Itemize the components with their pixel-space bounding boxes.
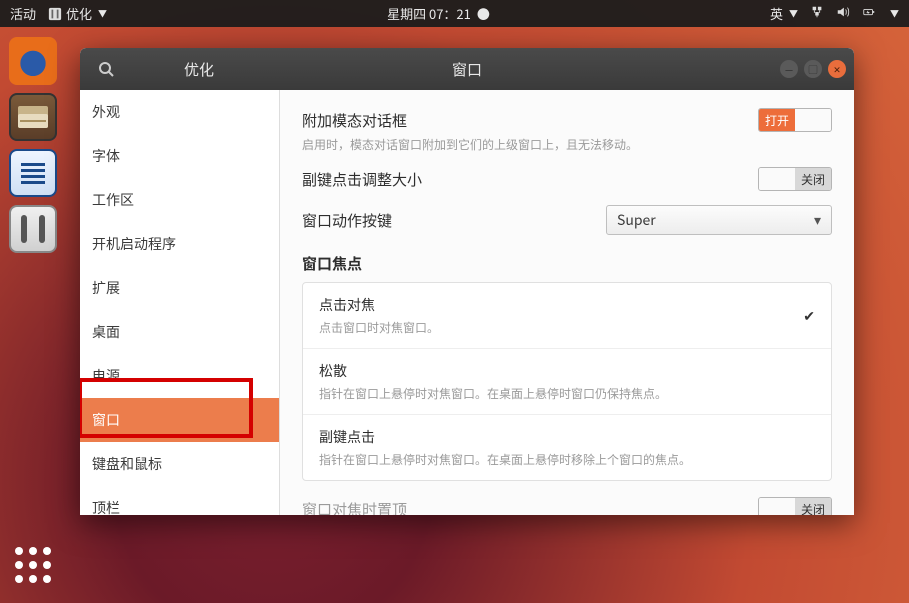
firefox-icon[interactable] (9, 37, 57, 85)
ime-indicator[interactable]: 英▼ (770, 4, 798, 23)
focus-options-list: 点击对焦 点击窗口时对焦窗口。 ✔ 松散 指针在窗口上悬停时对焦窗口。在桌面上悬… (302, 282, 832, 481)
chevron-down-icon: ▼ (789, 7, 798, 20)
sidebar-item-appearance[interactable]: 外观 (80, 90, 279, 134)
tweaks-app-icon[interactable] (9, 205, 57, 253)
minimize-button[interactable]: — (780, 60, 798, 78)
action-key-select[interactable]: Super (606, 205, 832, 235)
attach-modal-desc: 启用时，模态对话窗口附加到它们的上级窗口上，且无法移动。 (302, 136, 832, 153)
sidebar-item-workspaces[interactable]: 工作区 (80, 178, 279, 222)
sidebar-item-windows[interactable]: 窗口 (80, 398, 279, 442)
notification-dot-icon: ● (477, 4, 490, 23)
resize-secondary-switch[interactable]: 关闭 (758, 167, 832, 191)
clock[interactable]: 星期四 07：21 ● (107, 4, 770, 23)
focus-section-title: 窗口焦点 (302, 253, 832, 274)
battery-icon[interactable] (862, 4, 876, 23)
app-menu-label: 优化 (66, 4, 92, 23)
app-menu[interactable]: 优化 ▼ (48, 4, 107, 23)
close-button[interactable]: ✕ (828, 60, 846, 78)
tweaks-icon (48, 7, 62, 21)
sidebar-item-startup[interactable]: 开机启动程序 (80, 222, 279, 266)
show-apps-button[interactable] (13, 545, 53, 585)
resize-secondary-label: 副键点击调整大小 (302, 169, 422, 190)
focus-option-sloppy[interactable]: 松散 指针在窗口上悬停时对焦窗口。在桌面上悬停时窗口仍保持焦点。 (303, 349, 831, 415)
titlebar[interactable]: 优化 窗口 — ▢ ✕ (80, 48, 854, 90)
focus-option-click[interactable]: 点击对焦 点击窗口时对焦窗口。 ✔ (303, 283, 831, 349)
sidebar-item-topbar[interactable]: 顶栏 (80, 486, 279, 515)
sidebar-item-extensions[interactable]: 扩展 (80, 266, 279, 310)
writer-icon[interactable] (9, 149, 57, 197)
files-icon[interactable] (9, 93, 57, 141)
sidebar-item-power[interactable]: 电源 (80, 354, 279, 398)
raise-on-focus-label: 窗口对焦时置顶 (302, 499, 407, 516)
attach-modal-switch[interactable]: 打开 (758, 108, 832, 132)
network-icon[interactable] (810, 4, 824, 23)
search-button[interactable] (88, 48, 124, 90)
content-pane: 附加模态对话框 打开 启用时，模态对话窗口附加到它们的上级窗口上，且无法移动。 … (280, 90, 854, 515)
dock (0, 27, 65, 603)
check-icon: ✔ (803, 306, 815, 326)
activities-button[interactable]: 活动 (10, 4, 36, 23)
maximize-button[interactable]: ▢ (804, 60, 822, 78)
sidebar: 外观 字体 工作区 开机启动程序 扩展 桌面 电源 窗口 键盘和鼠标 顶栏 (80, 90, 280, 515)
action-key-label: 窗口动作按键 (302, 210, 392, 231)
raise-on-focus-switch[interactable]: 关闭 (758, 497, 832, 515)
sidebar-item-desktop[interactable]: 桌面 (80, 310, 279, 354)
system-menu-arrow[interactable]: ▼ (890, 7, 899, 20)
volume-icon[interactable] (836, 4, 850, 23)
chevron-down-icon: ▼ (98, 7, 107, 20)
sidebar-title: 优化 (124, 59, 274, 80)
attach-modal-label: 附加模态对话框 (302, 110, 407, 131)
sidebar-item-keyboard-mouse[interactable]: 键盘和鼠标 (80, 442, 279, 486)
focus-option-secondary[interactable]: 副键点击 指针在窗口上悬停时对焦窗口。在桌面上悬停时移除上个窗口的焦点。 (303, 415, 831, 480)
tweaks-window: 优化 窗口 — ▢ ✕ 外观 字体 工作区 开机启动程序 扩展 桌面 电源 窗口… (80, 48, 854, 515)
sidebar-item-fonts[interactable]: 字体 (80, 134, 279, 178)
